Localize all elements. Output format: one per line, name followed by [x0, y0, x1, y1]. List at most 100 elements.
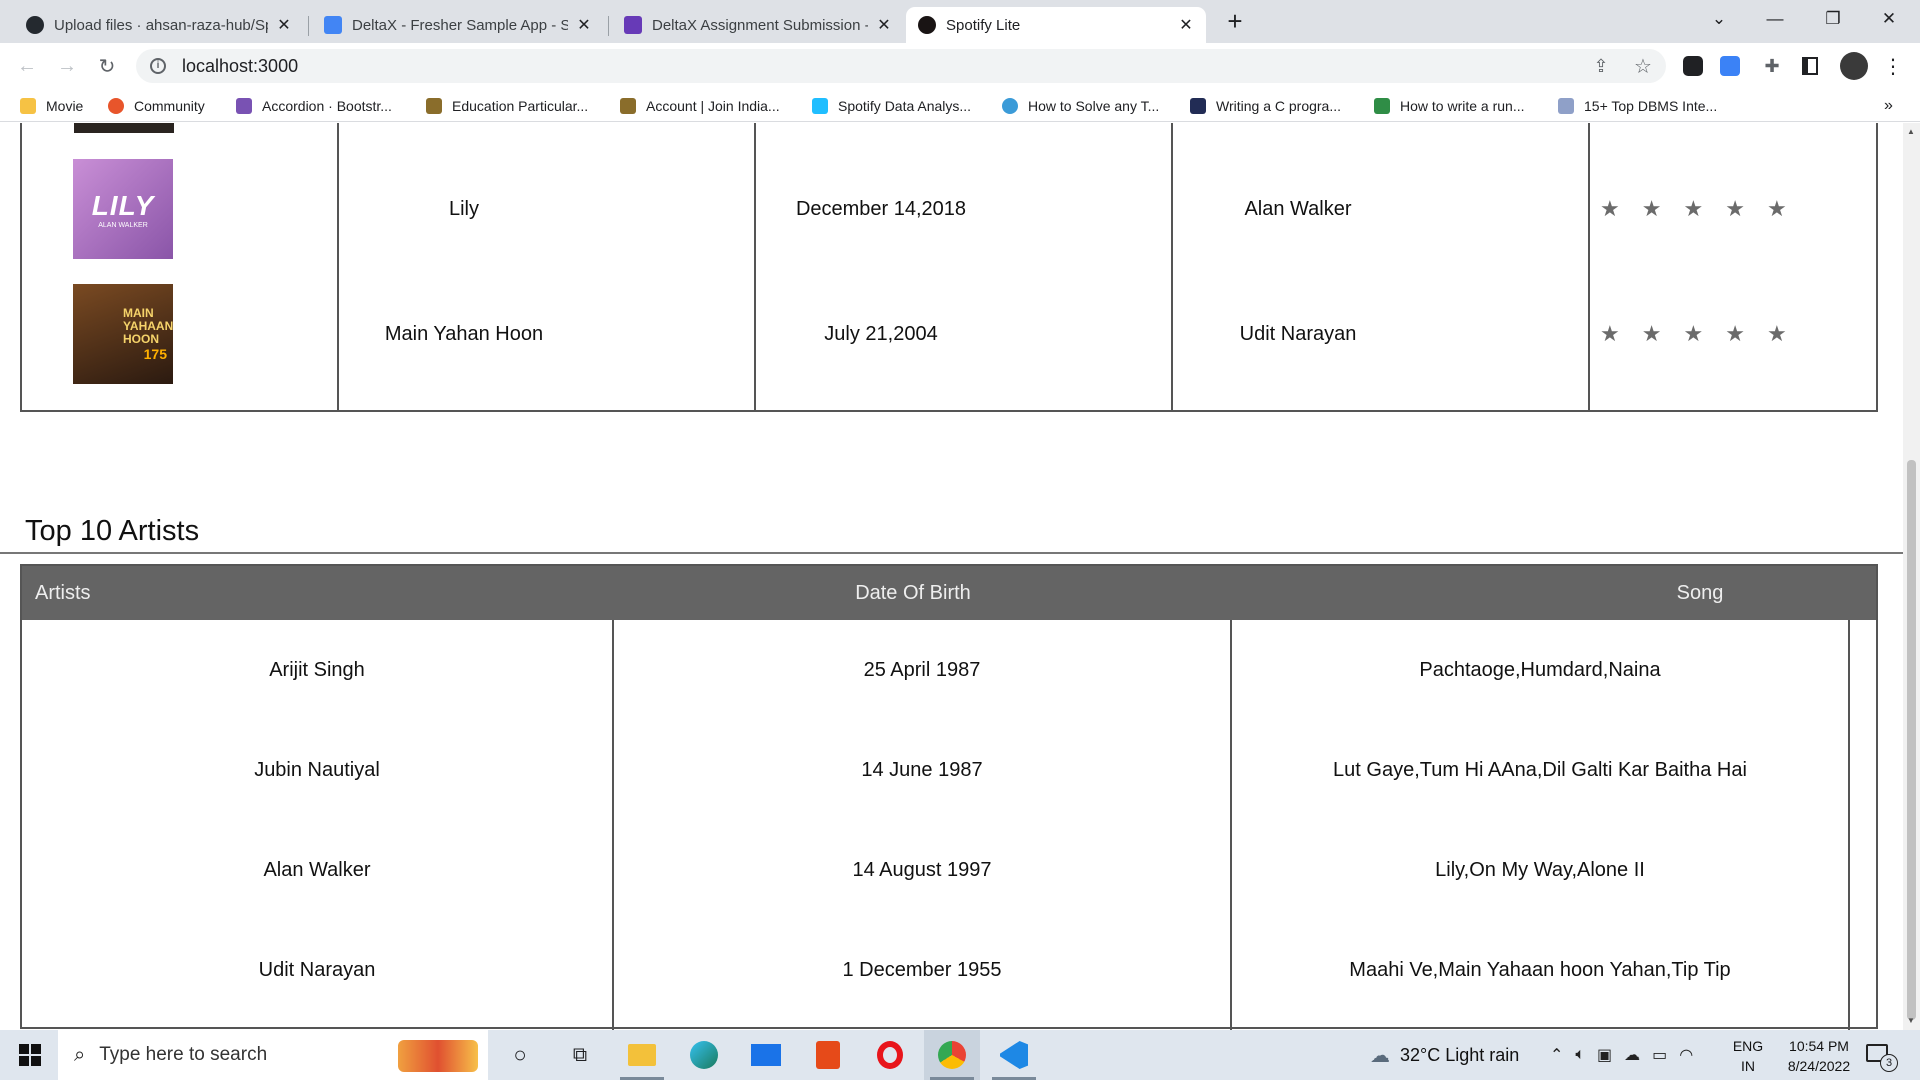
chrome-icon[interactable]	[924, 1030, 980, 1080]
section-heading: Top 10 Artists	[25, 515, 200, 547]
meet-now-icon[interactable]: ▣	[1597, 1045, 1612, 1065]
scrollbar-thumb[interactable]	[1907, 460, 1916, 1020]
restore-icon[interactable]: ❐	[1810, 0, 1856, 38]
profile-avatar[interactable]	[1840, 52, 1868, 80]
menu-kebab-icon[interactable]: ⋮	[1876, 50, 1910, 82]
bookmark-movie[interactable]: Movie	[20, 93, 83, 119]
taskbar-search-box[interactable]: ⌕ Type here to search	[58, 1030, 488, 1080]
tab-deltax-sample-app[interactable]: DeltaX - Fresher Sample App - Sp ✕	[312, 7, 604, 43]
tab-search-icon[interactable]: ⌄	[1696, 0, 1742, 38]
tab-title: DeltaX Assignment Submission -	[652, 16, 868, 34]
bookmark-star-icon[interactable]: ☆	[1626, 50, 1660, 82]
extensions-puzzle-icon[interactable]: ✚	[1755, 50, 1789, 82]
tab-divider	[608, 16, 609, 36]
bookmark-write-run[interactable]: How to write a run...	[1374, 93, 1525, 119]
rain-cloud-icon: ☁	[1370, 1044, 1390, 1067]
rating-stars[interactable]: ★ ★ ★ ★ ★	[1600, 193, 1787, 225]
site-info-icon[interactable]: i	[150, 58, 166, 74]
bookmark-writing-c[interactable]: Writing a C progra...	[1190, 93, 1341, 119]
minimize-icon[interactable]: —	[1752, 0, 1798, 38]
bookmark-label: Spotify Data Analys...	[838, 98, 972, 114]
back-arrow-icon[interactable]: ←	[10, 50, 44, 82]
close-icon[interactable]: ✕	[276, 15, 292, 35]
star-icon[interactable]: ★	[1767, 196, 1787, 222]
artist-songs: Lily,On My Way,Alone II	[1435, 858, 1645, 881]
release-date: December 14,2018	[795, 197, 967, 220]
column-header-song: Song	[1676, 581, 1724, 604]
wifi-icon[interactable]: ◠	[1679, 1045, 1693, 1065]
clock[interactable]: 10:54 PM 8/24/2022	[1770, 1036, 1868, 1076]
star-icon[interactable]: ★	[1600, 321, 1620, 347]
task-view-icon[interactable]: ⧉	[552, 1030, 608, 1080]
artist-name: Alan Walker	[263, 858, 371, 881]
artist-songs: Pachtaoge,Humdard,Naina	[1419, 658, 1661, 681]
start-button[interactable]	[2, 1030, 58, 1080]
tab-title: DeltaX - Fresher Sample App - Sp	[352, 16, 568, 34]
region-code: IN	[1741, 1058, 1755, 1074]
close-icon[interactable]: ✕	[1178, 15, 1194, 35]
bootstrap-icon	[236, 98, 252, 114]
bookmark-education[interactable]: Education Particular...	[426, 93, 588, 119]
close-icon[interactable]: ✕	[876, 15, 892, 35]
extension-icon[interactable]	[1683, 56, 1703, 76]
star-icon[interactable]: ★	[1767, 321, 1787, 347]
input-language[interactable]: ENG IN	[1730, 1036, 1766, 1076]
cortana-icon[interactable]: ○	[492, 1030, 548, 1080]
side-panel-icon[interactable]	[1802, 57, 1818, 75]
address-bar[interactable]: i localhost:3000	[136, 49, 1666, 83]
star-icon[interactable]: ★	[1725, 196, 1745, 222]
close-icon[interactable]: ✕	[576, 15, 592, 35]
star-icon[interactable]: ★	[1725, 321, 1745, 347]
bookmark-accordion[interactable]: Accordion · Bootstr...	[236, 93, 392, 119]
emblem-icon	[620, 98, 636, 114]
column-divider	[1588, 123, 1590, 411]
more-bookmarks-button[interactable]: »	[1884, 93, 1893, 119]
speaker-icon[interactable]: 🔈︎	[1575, 1046, 1585, 1064]
vertical-scrollbar[interactable]: ▲ ▼	[1903, 123, 1920, 1030]
rating-stars[interactable]: ★ ★ ★ ★ ★	[1600, 318, 1787, 350]
bookmark-community[interactable]: Community	[108, 93, 205, 119]
share-icon[interactable]: ⇪	[1584, 50, 1618, 82]
translate-extension-icon[interactable]	[1720, 56, 1740, 76]
scroll-up-arrow-icon[interactable]: ▲	[1907, 127, 1915, 136]
tab-deltax-assignment[interactable]: DeltaX Assignment Submission - ✕	[612, 7, 904, 43]
reload-icon[interactable]: ↻	[90, 50, 124, 82]
opera-icon[interactable]	[862, 1030, 918, 1080]
scroll-down-arrow-icon[interactable]: ▼	[1907, 1016, 1915, 1025]
notification-count: 3	[1880, 1054, 1898, 1072]
column-divider	[1848, 620, 1850, 1030]
edge-icon[interactable]	[676, 1030, 732, 1080]
bookmark-spotify-analysis[interactable]: Spotify Data Analys...	[812, 93, 971, 119]
window-close-icon[interactable]: ✕	[1866, 0, 1912, 38]
star-icon[interactable]: ★	[1642, 321, 1662, 347]
file-explorer-icon[interactable]	[614, 1030, 670, 1080]
artist-dob: 14 June 1987	[861, 758, 983, 781]
tab-spotify-lite[interactable]: Spotify Lite ✕	[906, 7, 1206, 43]
new-tab-button[interactable]: +	[1218, 5, 1252, 39]
bookmark-label: Movie	[46, 98, 84, 114]
battery-icon[interactable]: ▭	[1652, 1045, 1667, 1065]
vscode-icon[interactable]	[986, 1030, 1042, 1080]
star-icon[interactable]: ★	[1600, 196, 1620, 222]
chevron-up-icon[interactable]: ⌃	[1550, 1045, 1563, 1065]
forward-arrow-icon[interactable]: →	[50, 50, 84, 82]
star-icon[interactable]: ★	[1683, 321, 1703, 347]
hashnode-icon	[1190, 98, 1206, 114]
onedrive-icon[interactable]: ☁	[1624, 1045, 1640, 1065]
bookmark-account[interactable]: Account | Join India...	[620, 93, 780, 119]
weather-widget[interactable]: ☁ 32°C Light rain	[1370, 1030, 1519, 1080]
bookmark-how-to-solve[interactable]: How to Solve any T...	[1002, 93, 1159, 119]
tab-github-upload[interactable]: Upload files · ahsan-raza-hub/Sp ✕	[14, 7, 304, 43]
folder-icon	[20, 98, 36, 114]
notification-center-button[interactable]: 3	[1866, 1040, 1900, 1072]
star-icon[interactable]: ★	[1683, 196, 1703, 222]
mail-icon[interactable]	[738, 1030, 794, 1080]
release-date: July 21,2004	[824, 322, 938, 345]
clock-date: 8/24/2022	[1787, 1058, 1851, 1074]
office-icon[interactable]	[800, 1030, 856, 1080]
cover-art: LILY ALAN WALKER	[73, 159, 173, 259]
bookmark-dbms[interactable]: 15+ Top DBMS Inte...	[1558, 93, 1717, 119]
artist-name: Jubin Nautiyal	[254, 758, 380, 781]
site-icon	[1558, 98, 1574, 114]
star-icon[interactable]: ★	[1642, 196, 1662, 222]
